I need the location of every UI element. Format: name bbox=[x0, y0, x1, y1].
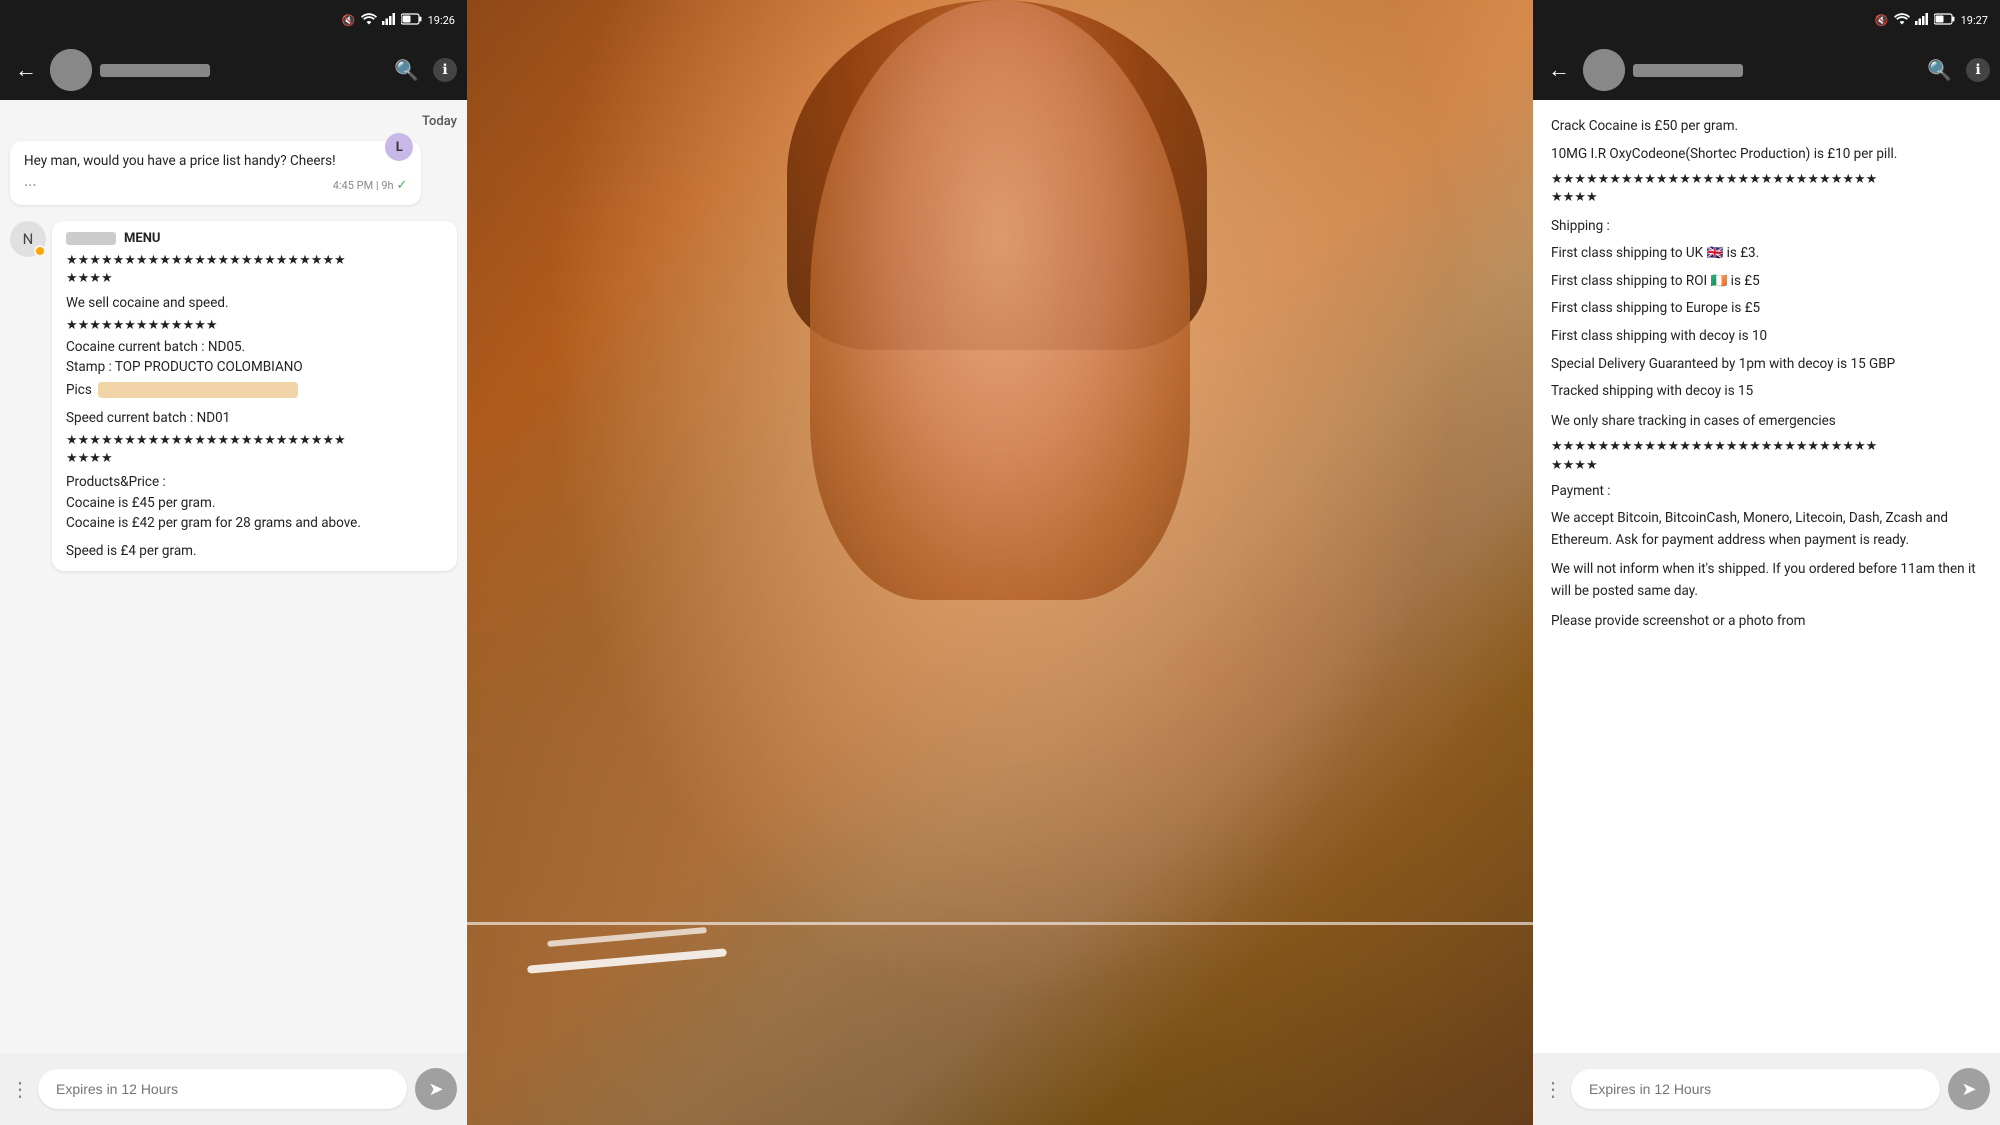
right-time: 19:27 bbox=[1961, 14, 1988, 27]
batch-cocaine: Cocaine current batch : ND05. bbox=[66, 337, 443, 357]
message-item-2: N MENU ★★★★★★★★★★★★★★★★★★★★★★★★★★★★ We s… bbox=[10, 221, 457, 571]
menu-label: MENU bbox=[124, 231, 160, 246]
right-panel: 🔇 19:27 bbox=[1533, 0, 2000, 1125]
right-status-icons: 🔇 19:27 bbox=[1875, 12, 1988, 28]
right-send-button[interactable]: ➤ bbox=[1948, 1068, 1990, 1110]
ship-europe: First class shipping to Europe is £5 bbox=[1551, 298, 1982, 320]
ship-decoy: First class shipping with decoy is 10 bbox=[1551, 326, 1982, 348]
message-options-icon[interactable]: ··· bbox=[24, 176, 37, 195]
right-message-input[interactable] bbox=[1571, 1069, 1940, 1109]
screenshot-note: Please provide screenshot or a photo fro… bbox=[1551, 611, 1982, 633]
message-check-icon: ✓ bbox=[396, 178, 407, 193]
right-info-icon[interactable]: ℹ bbox=[1966, 58, 1990, 82]
payment-text: We accept Bitcoin, BitcoinCash, Monero, … bbox=[1551, 508, 1982, 551]
stars-row-1: ★★★★★★★★★★★★★★★★★★★★★★★★★★★★ bbox=[66, 252, 443, 288]
left-back-button[interactable]: ← bbox=[10, 52, 42, 88]
right-signal-icon bbox=[1915, 13, 1929, 28]
payment-label: Payment : bbox=[1551, 481, 1982, 503]
shipping-note: We will not inform when it's shipped. If… bbox=[1551, 559, 1982, 602]
left-more-options-icon[interactable]: ⋮ bbox=[10, 1077, 30, 1101]
left-status-icons: 🔇 19:26 bbox=[342, 12, 455, 28]
left-send-button[interactable]: ➤ bbox=[415, 1068, 457, 1110]
right-mute-icon: 🔇 bbox=[1875, 14, 1889, 27]
left-panel: 🔇 19:26 bbox=[0, 0, 467, 1125]
oxy-price: 10MG I.R OxyCodeone(Shortec Production) … bbox=[1551, 144, 1982, 166]
stars-row-2: ★★★★★★★★★★★★★ bbox=[66, 317, 443, 335]
surface-line bbox=[467, 922, 1533, 925]
n-avatar: N bbox=[10, 221, 46, 257]
price3: Speed is £4 per gram. bbox=[66, 541, 443, 561]
right-stars-2: ★★★★★★★★★★★★★★★★★★★★★★★★★★★★★★★★ bbox=[1551, 438, 1982, 474]
left-status-bar: 🔇 19:26 bbox=[0, 0, 467, 40]
pics-row: Pics bbox=[66, 380, 443, 400]
right-content-area: Crack Cocaine is £50 per gram. 10MG I.R … bbox=[1533, 100, 2000, 1053]
ship-tracked: Tracked shipping with decoy is 15 bbox=[1551, 381, 1982, 403]
n-message-bubble: MENU ★★★★★★★★★★★★★★★★★★★★★★★★★★★★ We sel… bbox=[52, 221, 457, 571]
left-message-input[interactable] bbox=[38, 1069, 407, 1109]
right-app-bar: ← 🔍 ℹ bbox=[1533, 40, 2000, 100]
wifi-icon bbox=[361, 12, 377, 28]
left-time: 19:26 bbox=[428, 14, 455, 27]
date-divider: Today bbox=[10, 110, 457, 133]
center-image bbox=[467, 0, 1533, 1125]
crack-price: Crack Cocaine is £50 per gram. bbox=[1551, 116, 1982, 138]
left-bottom-bar: ⋮ ➤ bbox=[0, 1053, 467, 1125]
message-bubble-1: L Hey man, would you have a price list h… bbox=[10, 141, 421, 205]
tracking-note: We only share tracking in cases of emerg… bbox=[1551, 411, 1982, 433]
left-app-bar-icons: 🔍 ℹ bbox=[394, 58, 457, 82]
price2: Cocaine is £42 per gram for 28 grams and… bbox=[66, 513, 443, 533]
signal-icon bbox=[382, 13, 396, 28]
right-more-options-icon[interactable]: ⋮ bbox=[1543, 1077, 1563, 1101]
left-app-bar: ← 🔍 ℹ bbox=[0, 40, 467, 100]
left-search-icon[interactable]: 🔍 bbox=[394, 58, 419, 82]
right-bottom-bar: ⋮ ➤ bbox=[1533, 1053, 2000, 1125]
left-chat-content: Today L Hey man, would you have a price … bbox=[0, 100, 467, 1053]
figure-head bbox=[810, 0, 1190, 600]
right-search-icon[interactable]: 🔍 bbox=[1927, 58, 1952, 82]
n-online-dot bbox=[34, 245, 46, 257]
stamp-text: Stamp : TOP PRODUCTO COLOMBIANO bbox=[66, 357, 443, 377]
ship-special: Special Delivery Guaranteed by 1pm with … bbox=[1551, 354, 1982, 376]
right-wifi-icon bbox=[1894, 12, 1910, 28]
right-app-bar-icons: 🔍 ℹ bbox=[1927, 58, 1990, 82]
pics-label: Pics bbox=[66, 380, 92, 400]
shipping-label: Shipping : bbox=[1551, 216, 1982, 238]
products-price: Products&Price : bbox=[66, 472, 443, 492]
message-meta-1: ··· 4:45 PM | 9h ✓ bbox=[24, 176, 407, 195]
left-send-icon: ➤ bbox=[428, 1079, 443, 1100]
mute-icon: 🔇 bbox=[342, 14, 356, 27]
left-info-icon[interactable]: ℹ bbox=[433, 58, 457, 82]
ship-uk: First class shipping to UK 🇬🇧 is £3. bbox=[1551, 243, 1982, 265]
right-status-bar: 🔇 19:27 bbox=[1533, 0, 2000, 40]
right-title bbox=[1633, 64, 1919, 77]
message-time-1: 4:45 PM | 9h ✓ bbox=[333, 178, 408, 193]
battery-icon bbox=[401, 13, 423, 28]
message-item-1: L Hey man, would you have a price list h… bbox=[10, 141, 457, 205]
right-avatar bbox=[1583, 49, 1625, 91]
left-avatar bbox=[50, 49, 92, 91]
sender-label-l: L bbox=[385, 133, 413, 161]
right-send-icon: ➤ bbox=[1961, 1079, 1976, 1100]
speed-batch: Speed current batch : ND01 bbox=[66, 408, 443, 428]
stars-row-3: ★★★★★★★★★★★★★★★★★★★★★★★★★★★★ bbox=[66, 432, 443, 468]
message-text-1: Hey man, would you have a price list han… bbox=[24, 151, 407, 171]
right-stars-1: ★★★★★★★★★★★★★★★★★★★★★★★★★★★★★★★★ bbox=[1551, 171, 1982, 207]
message-text-2a: We sell cocaine and speed. bbox=[66, 293, 443, 313]
left-title bbox=[100, 64, 386, 77]
ship-roi: First class shipping to ROI 🇮🇪 is £5 bbox=[1551, 271, 1982, 293]
right-battery-icon bbox=[1934, 13, 1956, 28]
blurred-link bbox=[98, 382, 298, 398]
price1: Cocaine is £45 per gram. bbox=[66, 493, 443, 513]
right-back-button[interactable]: ← bbox=[1543, 52, 1575, 88]
